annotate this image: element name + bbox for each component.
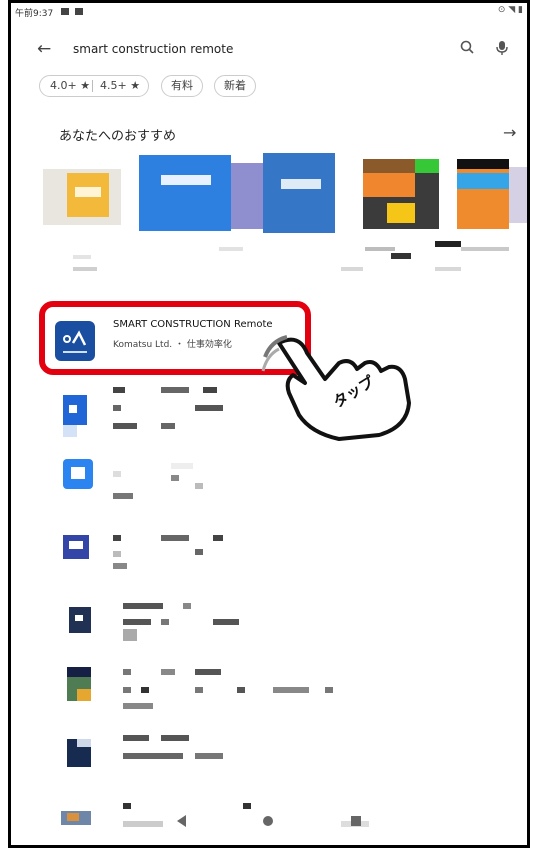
result-6-text [123,669,131,675]
rec-app-6-edge [509,167,527,223]
status-icons: ⊙ ◥ ▮ [497,5,523,15]
result-5-text-6 [123,629,137,641]
new-filter-chip[interactable]: 新着 [214,75,256,97]
rec-app-4-art-2 [415,159,439,173]
result-2-text [113,387,125,393]
result-5-text-5 [213,619,239,625]
notification-icon-2 [75,8,83,15]
rec-app-2-label [219,247,243,251]
result-3-text-5 [195,483,203,489]
result-3-text-4 [113,493,133,499]
chip-divider [92,80,93,92]
result-4-text-5 [195,549,203,555]
notification-icon [61,8,69,15]
back-arrow-icon[interactable]: ← [37,39,51,59]
result-7-text [123,735,149,741]
result-5-text [123,603,163,609]
result-4-icon-art [69,541,83,549]
rec-app-4-label [365,247,395,251]
nav-recents-icon[interactable] [351,816,361,826]
result-2-text-3 [203,387,217,393]
result-8-icon-art [67,813,79,821]
result-2-icon-art [69,405,77,413]
result-4-text-2 [161,535,189,541]
result-6-text-3 [195,669,221,675]
rating-filter-chip[interactable]: 4.0+ ★ 4.5+ ★ [39,75,149,97]
rating-4-0-filter[interactable]: 4.0+ ★ [50,76,90,96]
rec-app-3-icon[interactable] [263,153,335,233]
result-4-text [113,535,121,541]
result-3-icon-art [71,467,85,479]
rec-app-4-label-2 [391,253,411,259]
result-5-text-4 [161,619,169,625]
rec-app-3-art [281,179,321,189]
result-2-text-7 [161,423,175,429]
result-2-text-2 [161,387,189,393]
result-3-text-2 [171,463,193,469]
paid-filter-chip[interactable]: 有料 [161,75,203,97]
arrow-right-icon[interactable]: → [503,123,516,142]
result-7-text-2 [161,735,189,741]
rec-app-4-art [363,159,415,173]
result-6-text-4 [123,687,131,693]
rating-4-5-filter[interactable]: 4.5+ ★ [100,76,140,96]
recommended-title: あなたへのおすすめ [59,129,177,144]
result-4-text-3 [213,535,223,541]
nav-home-icon[interactable] [263,816,273,826]
result-3-text-3 [171,475,179,481]
result-7-text-4 [195,753,223,759]
result-6-text-7 [237,687,245,693]
result-6-text-2 [161,669,175,675]
rec-app-2-icon[interactable] [139,155,231,231]
result-3-text [113,471,121,477]
result-2-text-5 [195,405,223,411]
result-2-text-6 [113,423,137,429]
result-8-text-3 [123,821,163,827]
result-5-icon-art [75,615,83,621]
result-7-text-3 [123,753,183,759]
result-6-icon-art-2 [77,689,91,701]
mic-icon[interactable] [495,39,509,57]
rec-app-5-label-3 [435,267,461,271]
result-4-text-6 [113,563,127,569]
rec-app-1-label [73,255,91,259]
result-6-text-6 [195,687,203,693]
result-5-text-3 [123,619,151,625]
status-time: 午前9:37 [15,9,54,19]
rec-app-2-edge [231,163,263,229]
result-2-text-4 [113,405,121,411]
rec-app-1-label-2 [73,267,97,271]
result-2-icon-art-2 [63,425,77,437]
result-6-text-5 [141,687,149,693]
rec-app-5-label [435,241,461,247]
rec-app-5-art-2 [457,173,509,189]
rec-app-2-art [161,175,211,185]
rec-app-4-art-4 [387,203,415,223]
result-6-icon-art [67,667,91,677]
rec-app-5-art [457,159,509,169]
result-8-text [123,803,131,809]
nav-back-icon[interactable] [177,815,186,827]
result-4-text-4 [113,551,121,557]
rec-app-5-icon[interactable] [457,159,509,229]
rec-app-4-art-3 [363,173,415,197]
search-icon[interactable] [459,39,477,57]
result-5-text-2 [183,603,191,609]
result-6-text-9 [325,687,333,693]
rec-app-3-label [341,267,363,271]
search-query[interactable]: smart construction remote [73,42,233,56]
tap-hand-icon [261,335,411,441]
result-7-icon-art [77,739,91,747]
screenshot-frame: 午前9:37 ⊙ ◥ ▮ ← smart construction remote… [8,0,530,848]
search-bar[interactable]: ← smart construction remote [11,33,527,67]
result-8-text-2 [243,803,251,809]
result-6-text-8 [273,687,309,693]
status-bar: 午前9:37 ⊙ ◥ ▮ [11,3,527,21]
rec-app-5-label-2 [461,247,509,251]
result-6-text-10 [123,703,153,709]
rec-app-1-art-2 [75,187,101,197]
